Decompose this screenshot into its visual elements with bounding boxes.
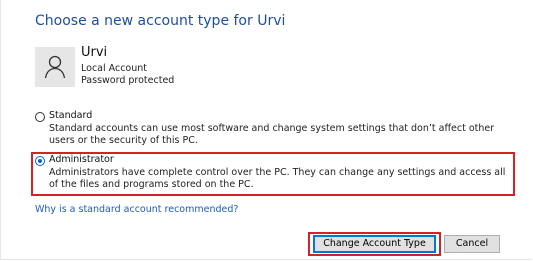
change-account-type-button[interactable]: Change Account Type (313, 235, 436, 253)
standard-radio[interactable] (35, 112, 45, 122)
administrator-radio[interactable] (35, 156, 45, 166)
user-icon (44, 55, 66, 79)
account-avatar (35, 47, 75, 87)
standard-label[interactable]: Standard (49, 110, 92, 121)
administrator-description: Administrators have complete control ove… (49, 167, 506, 190)
account-status: Password protected (81, 75, 175, 86)
account-type: Local Account (81, 63, 147, 74)
standard-description: Standard accounts can use most software … (49, 123, 495, 146)
dialog-title: Choose a new account type for Urvi (35, 13, 286, 29)
cancel-button[interactable]: Cancel (444, 235, 500, 253)
administrator-label[interactable]: Administrator (49, 154, 114, 165)
account-name: Urvi (81, 45, 108, 60)
standard-account-help-link[interactable]: Why is a standard account recommended? (35, 204, 238, 215)
